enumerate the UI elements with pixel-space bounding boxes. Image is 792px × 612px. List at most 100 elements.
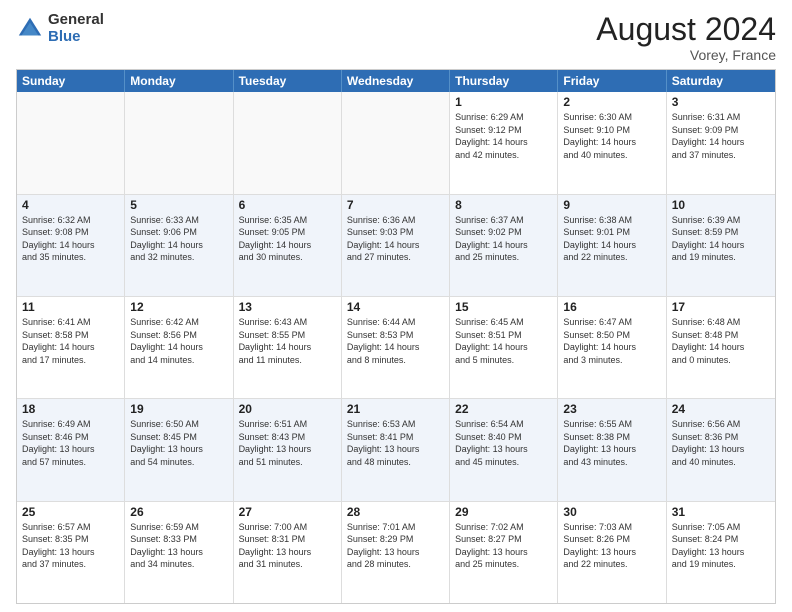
calendar-row-2: 11 Sunrise: 6:41 AM Sunset: 8:58 PM Dayli… bbox=[17, 297, 775, 399]
day-number: 15 bbox=[455, 300, 552, 314]
day-number: 18 bbox=[22, 402, 119, 416]
day-number: 4 bbox=[22, 198, 119, 212]
day-number: 29 bbox=[455, 505, 552, 519]
cell-info: Sunrise: 6:37 AM Sunset: 9:02 PM Dayligh… bbox=[455, 214, 552, 264]
calendar-row-0: 1 Sunrise: 6:29 AM Sunset: 9:12 PM Daylig… bbox=[17, 92, 775, 194]
day-number: 1 bbox=[455, 95, 552, 109]
calendar-cell-r2-c5: 16 Sunrise: 6:47 AM Sunset: 8:50 PM Dayli… bbox=[558, 297, 666, 398]
calendar-cell-r0-c5: 2 Sunrise: 6:30 AM Sunset: 9:10 PM Daylig… bbox=[558, 92, 666, 193]
calendar-cell-r3-c4: 22Sunrise: 6:54 AM Sunset: 8:40 PM Dayli… bbox=[450, 399, 558, 500]
cell-info: Sunrise: 6:56 AM Sunset: 8:36 PM Dayligh… bbox=[672, 418, 770, 468]
calendar-cell-r1-c3: 7 Sunrise: 6:36 AM Sunset: 9:03 PM Daylig… bbox=[342, 195, 450, 296]
calendar-cell-r0-c6: 3Sunrise: 6:31 AM Sunset: 9:09 PM Daylig… bbox=[667, 92, 775, 193]
calendar-cell-r2-c0: 11 Sunrise: 6:41 AM Sunset: 8:58 PM Dayli… bbox=[17, 297, 125, 398]
cell-info: Sunrise: 6:55 AM Sunset: 8:38 PM Dayligh… bbox=[563, 418, 660, 468]
weekday-header-saturday: Saturday bbox=[667, 70, 775, 92]
calendar-cell-r1-c5: 9Sunrise: 6:38 AM Sunset: 9:01 PM Daylig… bbox=[558, 195, 666, 296]
cell-info: Sunrise: 6:39 AM Sunset: 8:59 PM Dayligh… bbox=[672, 214, 770, 264]
logo-general-label: General bbox=[48, 12, 104, 29]
day-number: 22 bbox=[455, 402, 552, 416]
calendar-cell-r1-c1: 5Sunrise: 6:33 AM Sunset: 9:06 PM Daylig… bbox=[125, 195, 233, 296]
calendar-cell-r0-c3 bbox=[342, 92, 450, 193]
cell-info: Sunrise: 6:41 AM Sunset: 8:58 PM Dayligh… bbox=[22, 316, 119, 366]
calendar-cell-r1-c6: 10 Sunrise: 6:39 AM Sunset: 8:59 PM Dayli… bbox=[667, 195, 775, 296]
cell-info: Sunrise: 6:44 AM Sunset: 8:53 PM Dayligh… bbox=[347, 316, 444, 366]
logo-icon bbox=[16, 15, 44, 43]
day-number: 26 bbox=[130, 505, 227, 519]
day-number: 28 bbox=[347, 505, 444, 519]
calendar-cell-r4-c5: 30 Sunrise: 7:03 AM Sunset: 8:26 PM Dayli… bbox=[558, 502, 666, 603]
day-number: 11 bbox=[22, 300, 119, 314]
day-number: 2 bbox=[563, 95, 660, 109]
cell-info: Sunrise: 6:48 AM Sunset: 8:48 PM Dayligh… bbox=[672, 316, 770, 366]
calendar-cell-r2-c2: 13 Sunrise: 6:43 AM Sunset: 8:55 PM Dayli… bbox=[234, 297, 342, 398]
day-number: 5 bbox=[130, 198, 227, 212]
calendar-cell-r4-c0: 25Sunrise: 6:57 AM Sunset: 8:35 PM Dayli… bbox=[17, 502, 125, 603]
weekday-header-friday: Friday bbox=[558, 70, 666, 92]
logo-text: General Blue bbox=[48, 12, 104, 45]
cell-info: Sunrise: 6:30 AM Sunset: 9:10 PM Dayligh… bbox=[563, 111, 660, 161]
calendar-cell-r3-c2: 20Sunrise: 6:51 AM Sunset: 8:43 PM Dayli… bbox=[234, 399, 342, 500]
calendar-cell-r4-c3: 28Sunrise: 7:01 AM Sunset: 8:29 PM Dayli… bbox=[342, 502, 450, 603]
calendar-cell-r1-c0: 4 Sunrise: 6:32 AM Sunset: 9:08 PM Daylig… bbox=[17, 195, 125, 296]
day-number: 16 bbox=[563, 300, 660, 314]
day-number: 17 bbox=[672, 300, 770, 314]
calendar-cell-r3-c0: 18 Sunrise: 6:49 AM Sunset: 8:46 PM Dayli… bbox=[17, 399, 125, 500]
calendar-cell-r2-c6: 17 Sunrise: 6:48 AM Sunset: 8:48 PM Dayli… bbox=[667, 297, 775, 398]
calendar-cell-r4-c6: 31Sunrise: 7:05 AM Sunset: 8:24 PM Dayli… bbox=[667, 502, 775, 603]
calendar-cell-r3-c1: 19 Sunrise: 6:50 AM Sunset: 8:45 PM Dayli… bbox=[125, 399, 233, 500]
calendar-header: SundayMondayTuesdayWednesdayThursdayFrid… bbox=[17, 70, 775, 92]
cell-info: Sunrise: 6:32 AM Sunset: 9:08 PM Dayligh… bbox=[22, 214, 119, 264]
cell-info: Sunrise: 6:59 AM Sunset: 8:33 PM Dayligh… bbox=[130, 521, 227, 571]
title-area: August 2024 Vorey, France bbox=[596, 12, 776, 63]
cell-info: Sunrise: 6:29 AM Sunset: 9:12 PM Dayligh… bbox=[455, 111, 552, 161]
weekday-header-monday: Monday bbox=[125, 70, 233, 92]
day-number: 19 bbox=[130, 402, 227, 416]
cell-info: Sunrise: 6:49 AM Sunset: 8:46 PM Dayligh… bbox=[22, 418, 119, 468]
calendar-cell-r4-c2: 27 Sunrise: 7:00 AM Sunset: 8:31 PM Dayli… bbox=[234, 502, 342, 603]
cell-info: Sunrise: 7:03 AM Sunset: 8:26 PM Dayligh… bbox=[563, 521, 660, 571]
calendar-cell-r0-c1 bbox=[125, 92, 233, 193]
cell-info: Sunrise: 7:05 AM Sunset: 8:24 PM Dayligh… bbox=[672, 521, 770, 571]
cell-info: Sunrise: 7:02 AM Sunset: 8:27 PM Dayligh… bbox=[455, 521, 552, 571]
calendar-cell-r0-c0 bbox=[17, 92, 125, 193]
calendar: SundayMondayTuesdayWednesdayThursdayFrid… bbox=[16, 69, 776, 604]
month-title: August 2024 bbox=[596, 12, 776, 47]
day-number: 12 bbox=[130, 300, 227, 314]
day-number: 30 bbox=[563, 505, 660, 519]
day-number: 24 bbox=[672, 402, 770, 416]
day-number: 25 bbox=[22, 505, 119, 519]
weekday-header-thursday: Thursday bbox=[450, 70, 558, 92]
cell-info: Sunrise: 6:43 AM Sunset: 8:55 PM Dayligh… bbox=[239, 316, 336, 366]
calendar-cell-r1-c4: 8 Sunrise: 6:37 AM Sunset: 9:02 PM Daylig… bbox=[450, 195, 558, 296]
calendar-cell-r4-c1: 26 Sunrise: 6:59 AM Sunset: 8:33 PM Dayli… bbox=[125, 502, 233, 603]
calendar-cell-r0-c2 bbox=[234, 92, 342, 193]
calendar-row-4: 25Sunrise: 6:57 AM Sunset: 8:35 PM Dayli… bbox=[17, 502, 775, 603]
cell-info: Sunrise: 6:31 AM Sunset: 9:09 PM Dayligh… bbox=[672, 111, 770, 161]
day-number: 20 bbox=[239, 402, 336, 416]
day-number: 13 bbox=[239, 300, 336, 314]
calendar-body: 1 Sunrise: 6:29 AM Sunset: 9:12 PM Daylig… bbox=[17, 92, 775, 603]
weekday-header-sunday: Sunday bbox=[17, 70, 125, 92]
day-number: 8 bbox=[455, 198, 552, 212]
day-number: 21 bbox=[347, 402, 444, 416]
day-number: 27 bbox=[239, 505, 336, 519]
calendar-cell-r2-c4: 15Sunrise: 6:45 AM Sunset: 8:51 PM Dayli… bbox=[450, 297, 558, 398]
cell-info: Sunrise: 6:50 AM Sunset: 8:45 PM Dayligh… bbox=[130, 418, 227, 468]
location: Vorey, France bbox=[596, 47, 776, 63]
day-number: 7 bbox=[347, 198, 444, 212]
logo: General Blue bbox=[16, 12, 104, 45]
day-number: 6 bbox=[239, 198, 336, 212]
weekday-header-wednesday: Wednesday bbox=[342, 70, 450, 92]
calendar-row-1: 4 Sunrise: 6:32 AM Sunset: 9:08 PM Daylig… bbox=[17, 195, 775, 297]
cell-info: Sunrise: 6:36 AM Sunset: 9:03 PM Dayligh… bbox=[347, 214, 444, 264]
calendar-cell-r1-c2: 6 Sunrise: 6:35 AM Sunset: 9:05 PM Daylig… bbox=[234, 195, 342, 296]
calendar-cell-r2-c1: 12Sunrise: 6:42 AM Sunset: 8:56 PM Dayli… bbox=[125, 297, 233, 398]
day-number: 10 bbox=[672, 198, 770, 212]
calendar-row-3: 18 Sunrise: 6:49 AM Sunset: 8:46 PM Dayli… bbox=[17, 399, 775, 501]
day-number: 14 bbox=[347, 300, 444, 314]
calendar-cell-r0-c4: 1 Sunrise: 6:29 AM Sunset: 9:12 PM Daylig… bbox=[450, 92, 558, 193]
cell-info: Sunrise: 7:00 AM Sunset: 8:31 PM Dayligh… bbox=[239, 521, 336, 571]
cell-info: Sunrise: 6:47 AM Sunset: 8:50 PM Dayligh… bbox=[563, 316, 660, 366]
cell-info: Sunrise: 6:35 AM Sunset: 9:05 PM Dayligh… bbox=[239, 214, 336, 264]
